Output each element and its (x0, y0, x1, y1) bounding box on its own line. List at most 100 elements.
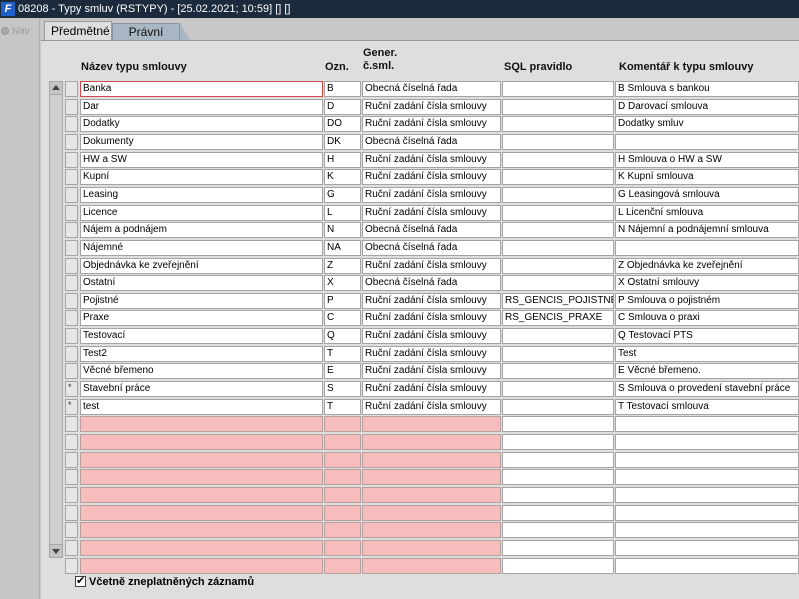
cell-name[interactable]: Dar (80, 98, 323, 115)
cell-gen[interactable] (362, 557, 501, 574)
cell-kom[interactable]: X Ostatní smlouvy (615, 275, 799, 292)
cell-kom[interactable] (615, 239, 799, 256)
cell-ozn[interactable]: H (324, 151, 361, 168)
row-selector[interactable] (65, 557, 78, 574)
cell-name[interactable]: Pojistné (80, 292, 323, 309)
table-row-empty[interactable] (41, 433, 799, 450)
cell-kom[interactable]: Test (615, 345, 799, 362)
cell-ozn[interactable]: K (324, 169, 361, 186)
cell-gen[interactable]: Obecná číselná řada (362, 275, 501, 292)
cell-name[interactable]: Dokumenty (80, 133, 323, 150)
cell-sql[interactable]: RS_GENCIS_POJISTNE (502, 292, 614, 309)
cell-ozn[interactable]: L (324, 204, 361, 221)
cell-gen[interactable]: Ruční zadání čísla smlouvy (362, 310, 501, 327)
cell-name[interactable]: Banka (80, 81, 323, 97)
cell-gen[interactable]: Ruční zadání čísla smlouvy (362, 116, 501, 133)
cell-name[interactable]: Test2 (80, 345, 323, 362)
cell-sql[interactable] (502, 557, 614, 574)
cell-kom[interactable]: H Smlouva o HW a SW (615, 151, 799, 168)
table-row[interactable]: Dodatky DO Ruční zadání čísla smlouvy Dodat… (41, 115, 799, 133)
cell-sql[interactable] (502, 239, 614, 256)
cell-kom[interactable]: G Leasingová smlouva (615, 186, 799, 203)
cell-gen[interactable]: Ruční zadání čísla smlouvy (362, 398, 501, 415)
cell-gen[interactable]: Ruční zadání čísla smlouvy (362, 186, 501, 203)
table-row[interactable]: Ostatní X Obecná číselná řada X Ostatní sml… (41, 274, 799, 292)
cell-gen[interactable]: Obecná číselná řada (362, 239, 501, 256)
table-row[interactable]: Věcné břemeno E Ruční zadání čísla smlouvy… (41, 362, 799, 380)
cell-kom[interactable]: K Kupní smlouva (615, 169, 799, 186)
cell-gen[interactable]: Ruční zadání čísla smlouvy (362, 98, 501, 115)
include-invalid-checkbox[interactable]: ✔ Včetně zneplatněných záznamů (75, 575, 254, 590)
row-selector[interactable] (65, 98, 78, 115)
cell-name[interactable]: Ostatní (80, 275, 323, 292)
row-selector[interactable] (65, 169, 78, 186)
table-row[interactable]: Licence L Ruční zadání čísla smlouvy L Lice… (41, 204, 799, 221)
cell-gen[interactable]: Obecná číselná řada (362, 222, 501, 239)
table-row[interactable]: Test2 T Ruční zadání čísla smlouvy Test (41, 345, 799, 362)
cell-sql[interactable] (502, 98, 614, 115)
cell-sql[interactable] (502, 363, 614, 380)
cell-ozn[interactable]: X (324, 275, 361, 292)
table-row-empty[interactable] (41, 521, 799, 539)
cell-name[interactable]: Nájemné (80, 239, 323, 256)
row-selector[interactable] (65, 81, 78, 97)
table-row[interactable]: Pojistné P Ruční zadání čísla smlouvy RS_GE… (41, 292, 799, 309)
table-row-empty[interactable] (41, 468, 799, 486)
cell-sql[interactable]: RS_GENCIS_PRAXE (502, 310, 614, 327)
table-row-empty[interactable] (41, 415, 799, 433)
table-row[interactable]: Banka B Obecná číselná řada B Smlouva s ban… (41, 80, 799, 97)
cell-kom[interactable]: Q Testovací PTS (615, 328, 799, 345)
cell-name[interactable] (80, 557, 323, 574)
cell-kom[interactable] (615, 451, 799, 468)
cell-kom[interactable]: C Smlouva o praxi (615, 310, 799, 327)
cell-ozn[interactable] (324, 451, 361, 468)
row-selector[interactable] (65, 222, 78, 239)
cell-kom[interactable]: E Věcné břemeno. (615, 363, 799, 380)
cell-kom[interactable] (615, 522, 799, 539)
cell-sql[interactable] (502, 222, 614, 239)
cell-name[interactable]: Leasing (80, 186, 323, 203)
row-selector[interactable] (65, 310, 78, 327)
row-selector[interactable] (65, 257, 78, 274)
row-selector[interactable] (65, 363, 78, 380)
cell-kom[interactable]: L Licenční smlouva (615, 204, 799, 221)
cell-ozn[interactable]: B (324, 81, 361, 97)
cell-ozn[interactable] (324, 522, 361, 539)
cell-kom[interactable]: N Nájemní a podnájemní smlouva (615, 222, 799, 239)
nav-button[interactable]: Nav (0, 25, 40, 39)
cell-kom[interactable]: Z Objednávka ke zveřejnění (615, 257, 799, 274)
row-selector[interactable] (65, 328, 78, 345)
cell-gen[interactable]: Ruční zadání čísla smlouvy (362, 345, 501, 362)
cell-name[interactable]: Kupní (80, 169, 323, 186)
cell-sql[interactable] (502, 81, 614, 97)
cell-sql[interactable] (502, 381, 614, 398)
cell-name[interactable]: Objednávka ke zveřejnění (80, 257, 323, 274)
table-row[interactable]: Nájemné NA Obecná číselná řada (41, 239, 799, 256)
cell-gen[interactable]: Ruční zadání čísla smlouvy (362, 363, 501, 380)
cell-gen[interactable]: Ruční zadání čísla smlouvy (362, 204, 501, 221)
row-selector[interactable] (65, 204, 78, 221)
cell-gen[interactable]: Obecná číselná řada (362, 81, 501, 97)
cell-ozn[interactable]: D (324, 98, 361, 115)
row-selector[interactable] (65, 345, 78, 362)
cell-sql[interactable] (502, 345, 614, 362)
cell-kom[interactable] (615, 486, 799, 503)
table-row-empty[interactable] (41, 451, 799, 468)
row-selector[interactable]: * (65, 381, 78, 398)
cell-name[interactable]: Dodatky (80, 116, 323, 133)
cell-sql[interactable] (502, 416, 614, 433)
cell-kom[interactable]: P Smlouva o pojistném (615, 292, 799, 309)
cell-name[interactable]: test (80, 398, 323, 415)
cell-gen[interactable]: Ruční zadání čísla smlouvy (362, 381, 501, 398)
cell-gen[interactable]: Obecná číselná řada (362, 133, 501, 150)
row-selector[interactable] (65, 539, 78, 556)
row-selector[interactable] (65, 116, 78, 133)
cell-sql[interactable] (502, 398, 614, 415)
row-selector[interactable] (65, 504, 78, 521)
cell-sql[interactable] (502, 434, 614, 450)
cell-name[interactable] (80, 539, 323, 556)
cell-gen[interactable]: Ruční zadání čísla smlouvy (362, 169, 501, 186)
cell-ozn[interactable]: T (324, 398, 361, 415)
cell-name[interactable] (80, 504, 323, 521)
cell-sql[interactable] (502, 151, 614, 168)
